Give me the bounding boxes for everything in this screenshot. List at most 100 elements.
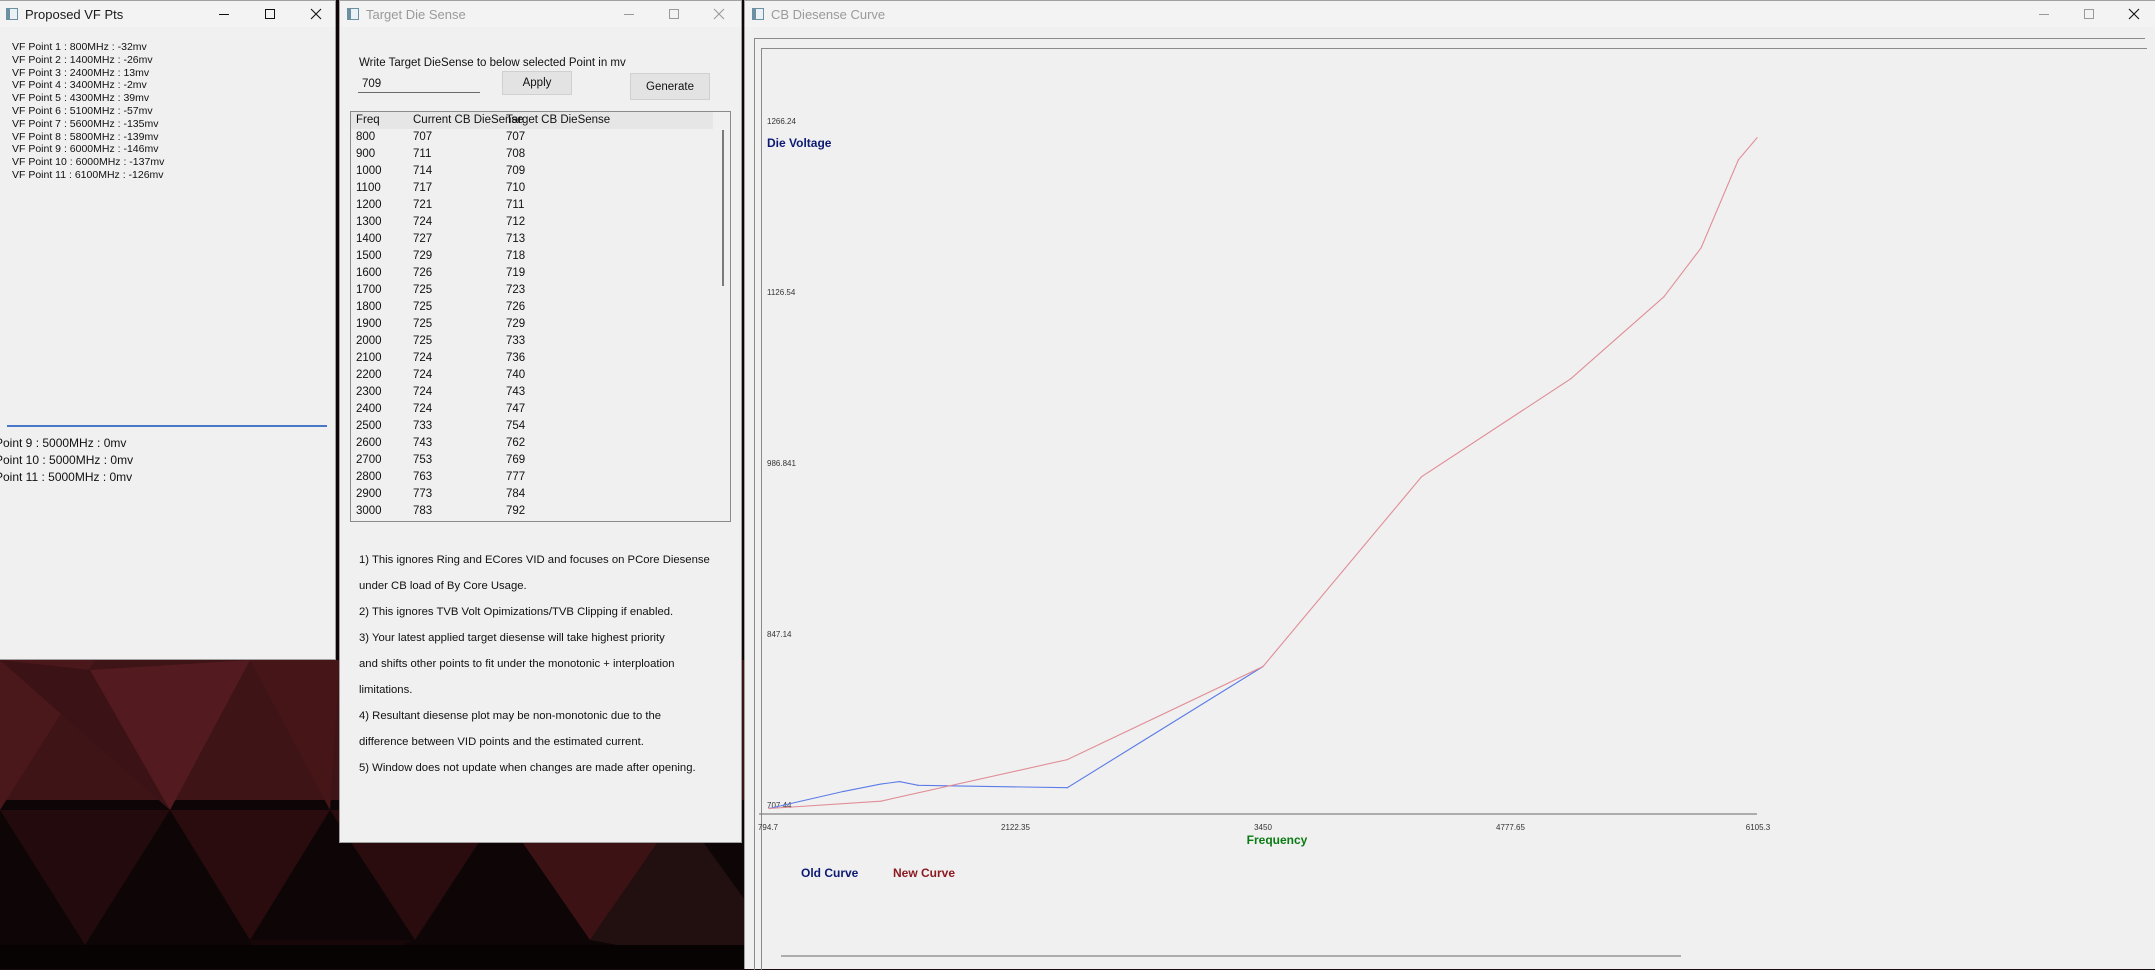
table-row[interactable]: 800 707 707 bbox=[351, 129, 713, 146]
table-row[interactable]: 2200 724 740 bbox=[351, 367, 713, 384]
table-cell: 713 bbox=[506, 233, 526, 245]
table-cell: 727 bbox=[413, 233, 433, 245]
close-button[interactable] bbox=[696, 1, 742, 27]
table-row[interactable]: 3000 783 792 bbox=[351, 503, 713, 520]
minimize-button[interactable] bbox=[201, 1, 247, 27]
apply-button[interactable]: Apply bbox=[502, 71, 572, 95]
target-titlebar[interactable]: Target Die Sense bbox=[340, 1, 741, 27]
table-cell: 724 bbox=[413, 403, 433, 415]
table-row[interactable]: 1500 729 718 bbox=[351, 248, 713, 265]
vf-points-list[interactable]: VF Point 1 : 800MHz : -32mv VF Point 2 : … bbox=[7, 41, 327, 427]
table-cell: 2800 bbox=[356, 471, 382, 483]
diesense-chart: 794.7 2122.35 3450 4777.65 6105.3707.44847.1… bbox=[758, 117, 1771, 957]
data-point bbox=[1756, 137, 1758, 139]
table-row[interactable]: 2400 724 747 bbox=[351, 401, 713, 418]
data-point bbox=[768, 807, 770, 810]
table-cell: 733 bbox=[506, 335, 526, 347]
scrollbar-thumb[interactable] bbox=[722, 130, 724, 286]
generate-button[interactable]: Generate bbox=[630, 73, 710, 100]
table-cell: 784 bbox=[506, 488, 526, 500]
maximize-button[interactable] bbox=[247, 1, 293, 27]
table-row[interactable]: 2300 724 743 bbox=[351, 384, 713, 401]
x-tick-label: 4777.65 bbox=[1496, 823, 1525, 832]
close-icon bbox=[713, 8, 725, 20]
app-icon bbox=[347, 8, 359, 20]
table-cell: 724 bbox=[413, 352, 433, 364]
instruction-label: Write Target DieSense to below selected … bbox=[359, 57, 626, 69]
y-axis-title: Die Voltage bbox=[767, 136, 832, 150]
table-cell: 2000 bbox=[356, 335, 382, 347]
target-window-title: Target Die Sense bbox=[366, 7, 466, 22]
column-header-freq: Freq bbox=[356, 114, 380, 126]
table-cell: 1200 bbox=[356, 199, 382, 211]
list-item[interactable]: VF Point 4 : 3400MHz : -2mv bbox=[7, 79, 327, 92]
list-item[interactable]: VF Point 10 : 6000MHz : -137mv bbox=[7, 156, 327, 169]
table-cell: 712 bbox=[506, 216, 526, 228]
vf-titlebar[interactable]: Proposed VF Pts bbox=[0, 1, 335, 27]
notes-section: 1) This ignores Ring and ECores VID and … bbox=[359, 554, 739, 788]
table-row[interactable]: 1600 726 719 bbox=[351, 265, 713, 282]
table-scrollbar[interactable] bbox=[722, 130, 724, 520]
table-cell: 709 bbox=[506, 165, 526, 177]
table-row[interactable]: 1100 717 710 bbox=[351, 180, 713, 197]
cb-diesense-curve-window: CB Diesense Curve 794.7 2122.35 3450 4777.6… bbox=[744, 0, 2155, 970]
data-point bbox=[880, 800, 882, 802]
note-line: 2) This ignores TVB Volt Opimizations/TV… bbox=[359, 606, 674, 618]
x-axis-title: Frequency bbox=[1247, 833, 1308, 847]
list-item[interactable]: VF Point 8 : 5800MHz : -139mv bbox=[7, 131, 327, 144]
list-item: Point 11 : 5000MHz : 0mv bbox=[0, 470, 133, 484]
table-row[interactable]: 2600 743 762 bbox=[351, 435, 713, 452]
table-cell: 2400 bbox=[356, 403, 382, 415]
proposed-vf-window: Proposed VF Pts VF Point 1 : 800MHz : -3… bbox=[0, 0, 336, 660]
target-diesense-input[interactable] bbox=[358, 75, 480, 93]
diesense-table[interactable]: Freq Current CB DieSense Target CB DieSe… bbox=[350, 111, 731, 522]
list-item[interactable]: VF Point 11 : 6100MHz : -126mv bbox=[7, 169, 327, 182]
table-cell: 725 bbox=[413, 335, 433, 347]
table-cell: 753 bbox=[413, 454, 433, 466]
table-row[interactable]: 1900 725 729 bbox=[351, 316, 713, 333]
table-row[interactable]: 1400 727 713 bbox=[351, 231, 713, 248]
table-cell: 777 bbox=[506, 471, 526, 483]
list-item: Point 9 : 5000MHz : 0mv bbox=[0, 436, 127, 450]
table-row[interactable]: 900 711 708 bbox=[351, 146, 713, 163]
table-row[interactable]: 2100 724 736 bbox=[351, 350, 713, 367]
x-tick-label: 6105.3 bbox=[1746, 823, 1771, 832]
table-cell: 1300 bbox=[356, 216, 382, 228]
table-cell: 2600 bbox=[356, 437, 382, 449]
table-cell: 2900 bbox=[356, 488, 382, 500]
vf-overflow-list: Point 9 : 5000MHz : 0mv Point 10 : 5000MH… bbox=[0, 435, 133, 486]
note-line: difference between VID points and the es… bbox=[359, 736, 644, 748]
list-item[interactable]: VF Point 9 : 6000MHz : -146mv bbox=[7, 143, 327, 156]
table-row[interactable]: 1200 721 711 bbox=[351, 197, 713, 214]
list-item[interactable]: VF Point 6 : 5100MHz : -57mv bbox=[7, 105, 327, 118]
maximize-icon bbox=[669, 9, 679, 19]
list-item[interactable]: VF Point 7 : 5600MHz : -135mv bbox=[7, 118, 327, 131]
list-item[interactable]: VF Point 1 : 800MHz : -32mv bbox=[7, 41, 327, 54]
table-row[interactable]: 2000 725 733 bbox=[351, 333, 713, 350]
table-cell: 723 bbox=[506, 284, 526, 296]
table-row[interactable]: 2800 763 777 bbox=[351, 469, 713, 486]
table-cell: 1800 bbox=[356, 301, 382, 313]
table-cell: 783 bbox=[413, 505, 433, 517]
table-cell: 1600 bbox=[356, 267, 382, 279]
table-row[interactable]: 1800 725 726 bbox=[351, 299, 713, 316]
list-item[interactable]: VF Point 5 : 4300MHz : 39mv bbox=[7, 92, 327, 105]
table-cell: 1100 bbox=[356, 182, 381, 194]
list-item[interactable]: VF Point 2 : 1400MHz : -26mv bbox=[7, 54, 327, 67]
table-row[interactable]: 1300 724 712 bbox=[351, 214, 713, 231]
table-row[interactable]: 2700 753 769 bbox=[351, 452, 713, 469]
table-cell: 763 bbox=[413, 471, 433, 483]
note-line: 5) Window does not update when changes a… bbox=[359, 762, 696, 774]
table-row[interactable]: 2500 733 754 bbox=[351, 418, 713, 435]
table-row[interactable]: 2900 773 784 bbox=[351, 486, 713, 503]
list-item[interactable]: VF Point 3 : 2400MHz : 13mv bbox=[7, 67, 327, 80]
maximize-button[interactable] bbox=[651, 1, 697, 27]
close-button[interactable] bbox=[293, 1, 339, 27]
vf-window-title: Proposed VF Pts bbox=[25, 7, 124, 22]
y-tick-label: 1266.24 bbox=[767, 117, 796, 126]
table-cell: 743 bbox=[413, 437, 433, 449]
minimize-button[interactable] bbox=[606, 1, 652, 27]
table-cell: 1400 bbox=[356, 233, 382, 245]
table-row[interactable]: 1000 714 709 bbox=[351, 163, 713, 180]
table-row[interactable]: 1700 725 723 bbox=[351, 282, 713, 299]
